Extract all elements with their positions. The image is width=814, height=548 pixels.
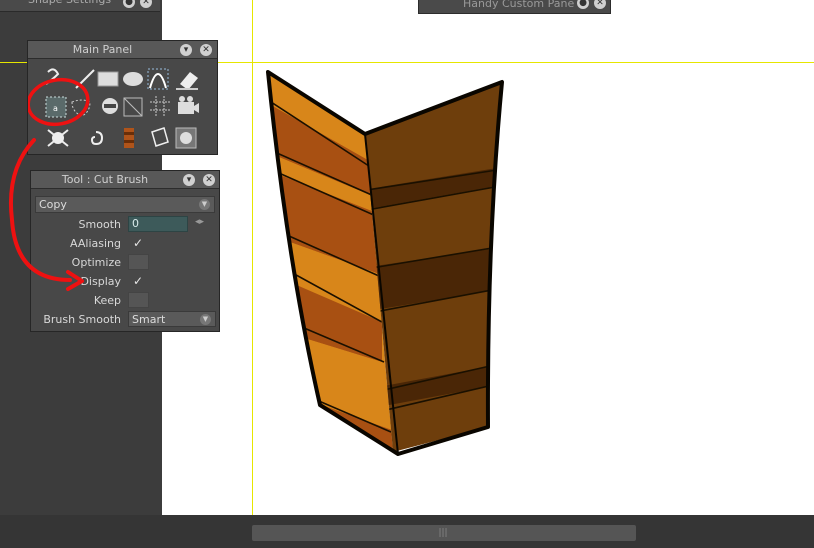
chevron-down-icon: ▼ — [200, 314, 211, 325]
target-tool-icon[interactable] — [175, 127, 197, 149]
keep-checkbox[interactable] — [128, 292, 149, 308]
handy-custom-pane-header[interactable]: Handy Custom Pane ● ✕ — [418, 0, 611, 14]
close-icon[interactable]: ✕ — [140, 0, 152, 8]
close-icon[interactable]: ✕ — [200, 44, 212, 56]
brush-smooth-select[interactable]: Smart ▼ — [128, 311, 216, 327]
main-panel-header[interactable]: Main Panel ▾ ✕ — [28, 41, 217, 59]
grid-tool-icon[interactable] — [150, 96, 170, 116]
optimize-checkbox[interactable] — [128, 254, 149, 270]
drawn-shape — [266, 70, 504, 456]
pin-icon[interactable]: ● — [123, 0, 135, 8]
chevron-down-icon: ▼ — [199, 199, 210, 210]
camera-tool-icon[interactable] — [178, 96, 199, 114]
aaliasing-checkbox[interactable]: ✓ — [133, 235, 143, 251]
curve-tool-icon[interactable] — [147, 68, 169, 90]
shape-settings-panel-header[interactable]: Shape Settings ● ✕ — [0, 0, 160, 12]
annotation-arrow — [8, 138, 84, 291]
smooth-input[interactable]: 0 — [128, 216, 188, 232]
brush-smooth-label: Brush Smooth — [43, 313, 121, 326]
rectangle-tool-icon[interactable] — [97, 71, 119, 87]
brush-smooth-row: Brush Smooth Smart ▼ — [31, 310, 219, 329]
brush-smooth-value: Smart — [132, 313, 166, 326]
ellipse-tool-icon[interactable] — [123, 72, 143, 86]
scrollbar-grip[interactable]: ||| — [438, 528, 448, 538]
eraser-tool-icon[interactable] — [176, 72, 198, 90]
paper-tool-icon[interactable] — [151, 127, 169, 147]
vertical-guide-line[interactable] — [252, 0, 253, 524]
collapse-icon[interactable]: ▾ — [183, 174, 195, 186]
close-icon[interactable]: ✕ — [203, 174, 215, 186]
bone-layers-icon[interactable] — [124, 128, 134, 148]
transform-tool-icon[interactable] — [123, 97, 143, 117]
handy-pane-title: Handy Custom Pane — [463, 0, 575, 10]
display-checkbox[interactable]: ✓ — [133, 273, 143, 289]
collapse-icon[interactable]: ▾ — [180, 44, 192, 56]
pin-icon[interactable]: ● — [577, 0, 589, 9]
shape-settings-title: Shape Settings — [28, 0, 111, 8]
bottom-status-bar: ||| — [0, 515, 814, 548]
main-panel-title: Main Panel — [72, 43, 133, 56]
drawing-canvas[interactable] — [162, 0, 814, 515]
close-icon[interactable]: ✕ — [594, 0, 606, 9]
horizontal-scrollbar[interactable]: ||| — [252, 525, 636, 541]
stepper-arrows-icon[interactable]: ◂▸ — [195, 217, 204, 227]
